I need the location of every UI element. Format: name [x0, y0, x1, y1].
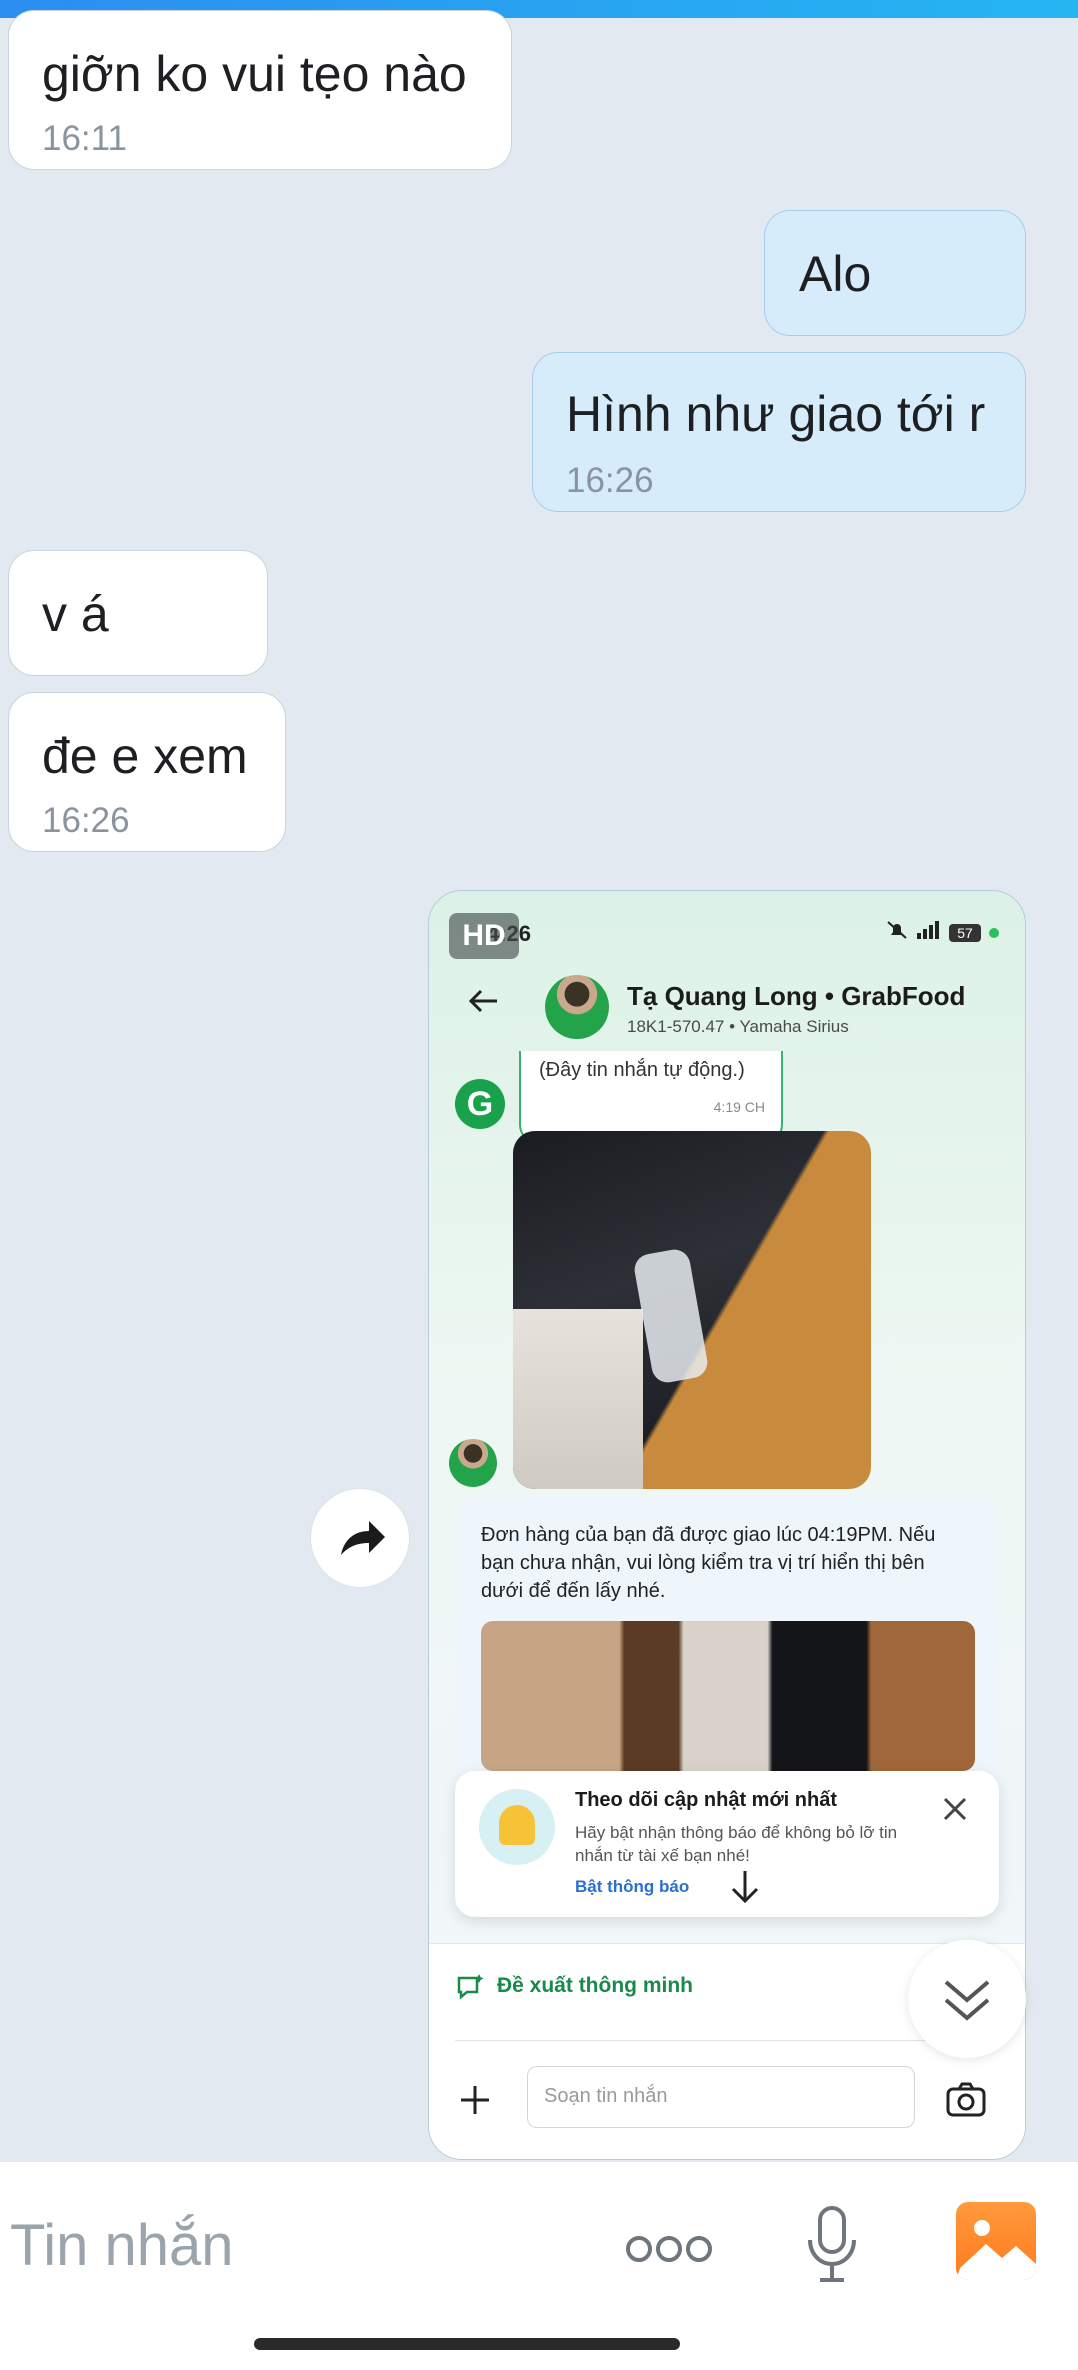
auto-message-card: (Đây tin nhắn tự động.) 4:19 CH [519, 1051, 783, 1143]
bell-icon [479, 1789, 555, 1865]
photo-bag [632, 1247, 710, 1385]
grab-logo-icon: G [455, 1079, 505, 1129]
battery-icon: 57 [949, 923, 981, 942]
gallery-icon[interactable] [956, 2202, 1036, 2280]
share-arrow-icon [341, 1521, 385, 1555]
microphone-icon[interactable] [806, 2204, 858, 2284]
composer-input[interactable]: Tin nhắn [10, 2212, 234, 2279]
message-text: Hình như giao tới r [566, 386, 986, 442]
hd-badge: HD [449, 913, 519, 959]
smart-suggest-icon [457, 1974, 484, 2000]
message-time: 16:26 [42, 801, 130, 840]
driver-vehicle: 18K1-570.47 • Yamaha Sirius [627, 1017, 849, 1036]
notification-prompt: Theo dõi cập nhật mới nhất Hãy bật nhận … [455, 1771, 999, 1917]
scroll-to-bottom-button[interactable] [908, 1940, 1026, 2058]
driver-avatar-small [449, 1439, 497, 1487]
arrow-down-icon [731, 1871, 759, 1904]
message-bubble-outgoing[interactable]: Alo [764, 210, 1026, 336]
message-bubble-incoming[interactable]: giỡn ko vui tẹo nào 16:11 [8, 10, 512, 170]
photo-floor [513, 1309, 643, 1489]
auto-message-text: (Đây tin nhắn tự động.) [539, 1059, 745, 1081]
order-delivered-text: Đơn hàng của bạn đã được giao lúc 04:19P… [481, 1524, 936, 1602]
message-bubble-incoming[interactable]: v á [8, 550, 268, 676]
delivery-photo[interactable] [513, 1131, 871, 1489]
close-icon[interactable] [935, 1789, 975, 1829]
double-chevron-down-icon [944, 1980, 990, 2021]
home-indicator [254, 2338, 680, 2350]
indicator-dot-icon [989, 927, 999, 938]
message-input[interactable]: Soạn tin nhắn [527, 2066, 915, 2128]
image-icon [956, 2220, 1036, 2280]
enable-notifications-link[interactable]: Bật thông báo [575, 1877, 689, 1897]
message-text: v á [42, 586, 109, 642]
order-delivered-card: Đơn hàng của bạn đã được giao lúc 04:19P… [455, 1497, 999, 1797]
driver-avatar[interactable] [545, 975, 609, 1039]
message-input-placeholder: Soạn tin nhắn [544, 2085, 668, 2107]
signal-icon [917, 921, 941, 944]
message-bubble-incoming[interactable]: đe e xem 16:26 [8, 692, 286, 852]
notification-title: Theo dõi cập nhật mới nhất [575, 1789, 838, 1811]
message-time: 16:11 [42, 119, 127, 158]
mute-icon [885, 919, 909, 946]
driver-name: Tạ Quang Long • GrabFood [627, 981, 966, 1011]
message-text: đe e xem [42, 728, 248, 784]
camera-icon[interactable] [945, 2080, 987, 2118]
message-text: Alo [799, 246, 872, 302]
back-arrow-icon[interactable] [465, 983, 501, 1019]
auto-message-time: 4:19 CH [713, 1099, 765, 1115]
forward-button[interactable] [310, 1488, 410, 1588]
smart-suggest-label[interactable]: Đề xuất thông minh [497, 1974, 693, 1998]
message-time: 16:26 [566, 461, 654, 500]
message-text: giỡn ko vui tẹo nào [42, 46, 467, 102]
status-icons: 57 [885, 919, 999, 946]
plus-icon[interactable] [455, 2080, 495, 2120]
delivery-location-photo[interactable] [481, 1621, 975, 1771]
more-icon[interactable] [624, 2234, 714, 2264]
notification-body: Hãy bật nhận thông báo để không bỏ lỡ ti… [575, 1823, 898, 1865]
message-bubble-outgoing[interactable]: Hình như giao tới r 16:26 [532, 352, 1026, 512]
